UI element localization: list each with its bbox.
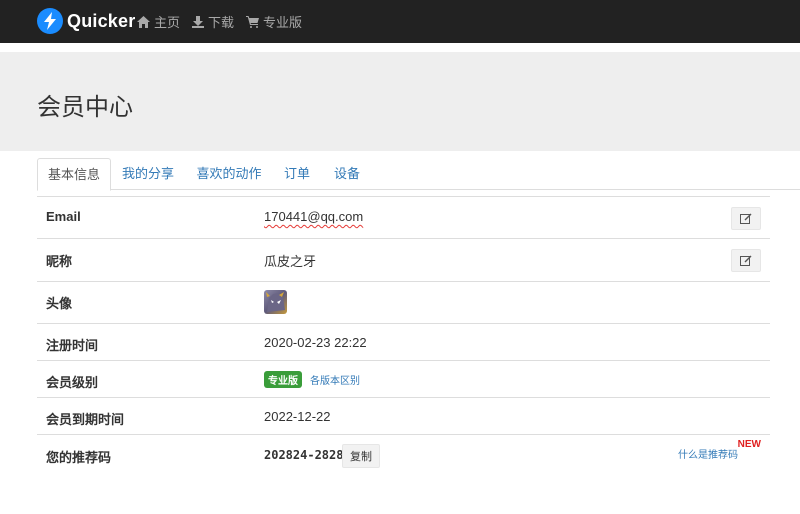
- nav-home-label: 主页: [154, 15, 181, 30]
- nav-home[interactable]: 主页: [137, 12, 180, 31]
- page-header: 会员中心: [0, 52, 800, 151]
- tab-divider: [37, 189, 800, 190]
- tab-bar: 基本信息 我的分享 喜欢的动作 订单 设备: [0, 158, 800, 191]
- table-row-referral: 您的推荐码 202824-2828 复制 什么是推荐码 NEW: [37, 434, 770, 475]
- avatar-label: 头像: [46, 296, 73, 311]
- cart-icon: [246, 15, 260, 28]
- tab-orders[interactable]: 订单: [278, 158, 316, 189]
- level-label: 会员级别: [46, 375, 99, 390]
- tab-basic-info[interactable]: 基本信息: [37, 158, 111, 191]
- nav-download-label: 下载: [208, 15, 235, 30]
- nickname-label: 昵称: [46, 254, 73, 269]
- expire-value: 2022-12-22: [264, 409, 331, 424]
- table-row-email: Email 170441@qq.com: [37, 196, 770, 238]
- referral-code: 202824-2828: [264, 448, 344, 462]
- expire-label: 会员到期时间: [46, 412, 125, 427]
- nickname-value: 瓜皮之牙: [264, 254, 317, 269]
- nav-pro[interactable]: 专业版: [246, 12, 302, 31]
- table-row-expire: 会员到期时间 2022-12-22: [37, 397, 770, 434]
- page-title: 会员中心: [37, 94, 133, 121]
- member-info-table: Email 170441@qq.com 昵称 瓜皮之牙 头像 注册时间 2020…: [37, 196, 770, 475]
- tab-devices[interactable]: 设备: [328, 158, 366, 189]
- table-row-reg-time: 注册时间 2020-02-23 22:22: [37, 323, 770, 360]
- level-badge: 专业版: [264, 371, 302, 388]
- brand-name: Quicker: [67, 10, 136, 31]
- edit-icon: [740, 213, 752, 224]
- download-icon: [192, 15, 205, 28]
- lightning-logo-icon: [37, 8, 63, 34]
- reg-time-value: 2020-02-23 22:22: [264, 335, 367, 350]
- level-value: 专业版 各版本区别: [264, 371, 360, 388]
- table-row-level: 会员级别 专业版 各版本区别: [37, 360, 770, 397]
- email-label: Email: [46, 209, 81, 224]
- nav-download[interactable]: 下载: [192, 12, 234, 31]
- version-diff-link[interactable]: 各版本区别: [310, 376, 360, 387]
- table-row-avatar: 头像: [37, 281, 770, 323]
- top-navbar: Quicker 主页 下载 专业版: [0, 0, 800, 43]
- home-icon: [137, 15, 150, 28]
- nav-pro-label: 专业版: [263, 15, 303, 30]
- edit-nickname-button[interactable]: [731, 249, 761, 272]
- brand-link[interactable]: Quicker: [37, 7, 135, 35]
- what-is-referral-link[interactable]: 什么是推荐码: [678, 446, 738, 461]
- tab-favorite-actions[interactable]: 喜欢的动作: [190, 158, 268, 189]
- copy-button[interactable]: 复制: [342, 444, 380, 468]
- email-value: 170441@qq.com: [264, 209, 364, 224]
- referral-label: 您的推荐码: [46, 450, 112, 465]
- reg-time-label: 注册时间: [46, 338, 99, 353]
- avatar[interactable]: [264, 290, 287, 314]
- tab-my-shares[interactable]: 我的分享: [116, 158, 180, 189]
- edit-email-button[interactable]: [731, 207, 761, 230]
- table-row-nickname: 昵称 瓜皮之牙: [37, 238, 770, 281]
- edit-icon: [740, 255, 752, 266]
- main-nav: 主页 下载 专业版: [137, 0, 314, 43]
- new-badge: NEW: [737, 439, 761, 450]
